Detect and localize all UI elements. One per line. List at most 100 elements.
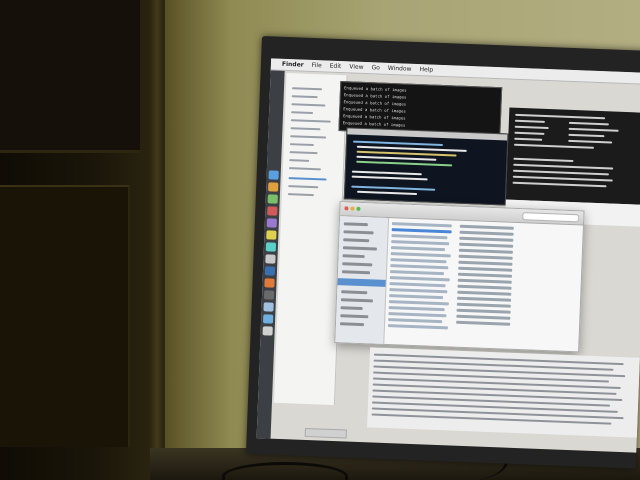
info-line [513,143,594,149]
file-row[interactable] [458,266,513,272]
finder-sidebar-item[interactable] [340,298,373,303]
info-line [514,119,545,123]
finder-sidebar-item[interactable] [343,230,374,235]
menu-item-go[interactable]: Go [371,64,380,71]
file-row[interactable] [390,264,449,270]
info-line [515,113,606,120]
file-row[interactable] [391,240,450,246]
finder-sidebar-item[interactable] [342,246,377,251]
file-row[interactable] [390,258,447,264]
sidebar-row[interactable] [291,103,326,107]
sidebar-row[interactable] [290,119,331,123]
menu-item-window[interactable]: Window [388,65,412,73]
menu-item-view[interactable]: View [349,63,364,71]
file-row[interactable] [388,318,443,324]
file-row[interactable] [391,234,448,240]
file-row[interactable] [456,302,511,308]
app-dock-icon[interactable] [263,290,275,300]
file-row[interactable] [456,308,511,314]
file-row[interactable] [391,222,452,228]
app-dock-icon[interactable] [267,194,278,204]
sidebar-row[interactable] [291,111,314,115]
file-row[interactable] [456,314,511,320]
file-row[interactable] [458,254,513,260]
sidebar-row[interactable] [290,135,327,139]
finder-sidebar-item[interactable] [342,262,373,267]
sidebar-row[interactable] [289,143,314,147]
app-dock-icon[interactable] [263,302,274,312]
file-row[interactable] [389,270,445,276]
file-row[interactable] [389,282,446,288]
code-line [357,190,418,196]
close-icon[interactable] [344,206,349,211]
minimize-icon[interactable] [350,206,355,211]
finder-sidebar-item[interactable] [343,238,370,243]
app-dock-icon[interactable] [266,230,277,240]
sidebar-row[interactable] [289,159,310,162]
search-input[interactable] [522,212,580,223]
app-dock-icon[interactable] [265,242,277,252]
file-row[interactable] [457,278,512,284]
sidebar-row-selected[interactable] [288,177,327,181]
file-row[interactable] [459,236,514,242]
app-dock-icon[interactable] [262,314,274,324]
file-column [455,221,520,343]
finder-sidebar-item[interactable] [339,322,365,327]
sidebar-row[interactable] [288,185,319,189]
file-row[interactable] [388,306,445,312]
file-row[interactable] [459,242,514,248]
finder-sidebar-item-selected[interactable] [337,278,386,287]
file-row[interactable] [390,246,445,252]
file-row-selected[interactable] [391,228,452,234]
file-row[interactable] [458,260,513,266]
file-row[interactable] [456,320,511,326]
file-row[interactable] [457,296,512,302]
app-dock-icon[interactable] [266,218,277,228]
file-row[interactable] [389,276,450,282]
finder-sidebar-item[interactable] [340,314,369,319]
file-row[interactable] [457,284,512,290]
bottom-tab[interactable] [304,427,347,439]
sidebar-row[interactable] [290,127,321,131]
file-row[interactable] [390,252,451,258]
sidebar-row[interactable] [287,193,314,197]
monitor-screen: Finder File Edit View Go Window Help Enq… [256,58,640,453]
menu-item-file[interactable]: File [312,62,322,69]
file-row[interactable] [457,272,513,278]
file-row[interactable] [457,290,512,296]
app-dock-icon[interactable] [267,206,278,216]
info-line [514,125,549,130]
file-row[interactable] [389,294,444,300]
menu-item-edit[interactable]: Edit [330,63,342,70]
finder-sidebar-item[interactable] [341,290,368,295]
app-dock-icon[interactable] [265,254,276,264]
info-line [568,139,613,144]
file-row[interactable] [388,312,447,318]
app-dock-icon[interactable] [268,182,279,192]
sidebar-row[interactable] [291,95,318,99]
menu-item-finder[interactable]: Finder [282,61,304,69]
file-row[interactable] [389,288,448,294]
file-row[interactable] [458,248,513,254]
app-dock-icon[interactable] [264,266,276,276]
zoom-icon[interactable] [356,206,361,211]
app-dock-icon[interactable] [264,278,275,288]
finder-sidebar-item[interactable] [341,270,371,275]
sidebar-row[interactable] [291,87,323,91]
code-editor-window [343,127,509,206]
info-line [513,157,574,163]
file-row[interactable] [459,230,514,236]
file-row[interactable] [387,324,448,330]
finder-sidebar-item[interactable] [342,254,365,259]
menu-item-help[interactable]: Help [419,66,433,74]
finder-dock-icon[interactable] [268,170,279,180]
sidebar-row[interactable] [288,167,321,171]
file-row[interactable] [459,224,514,230]
finder-sidebar-item[interactable] [340,306,363,311]
terminal-line: Enqueued a batch of images [343,99,407,107]
code-line [351,175,428,181]
trash-dock-icon[interactable] [262,326,273,336]
finder-sidebar-item[interactable] [343,222,368,227]
sidebar-row[interactable] [289,151,318,155]
file-row[interactable] [388,300,449,306]
